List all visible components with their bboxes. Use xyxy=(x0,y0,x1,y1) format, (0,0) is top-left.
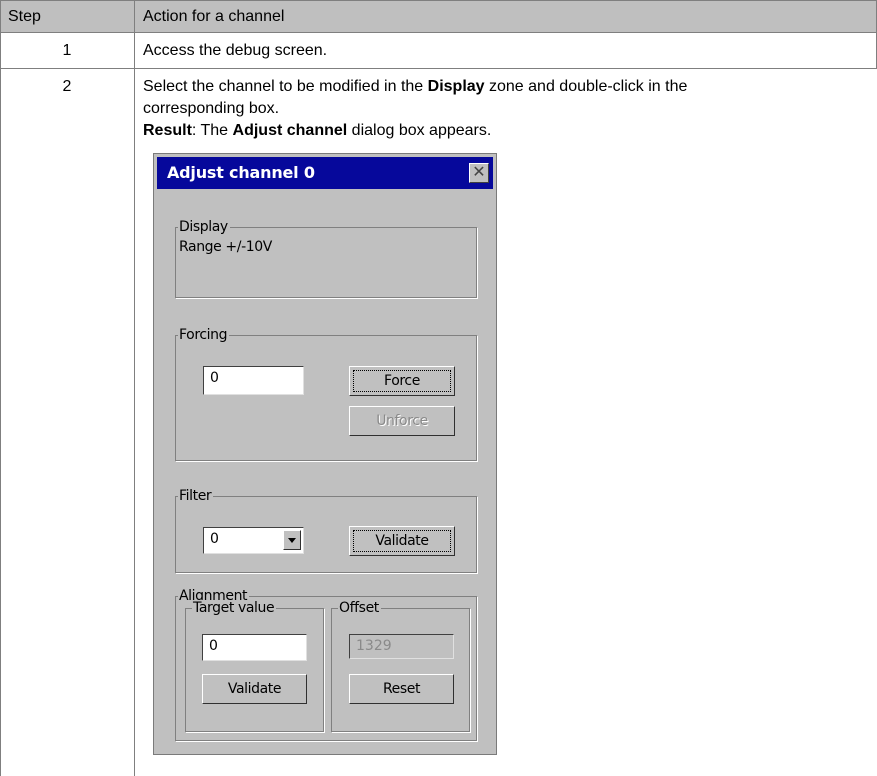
filter-legend: Filter xyxy=(178,488,214,504)
filter-validate-button[interactable]: Validate xyxy=(349,526,455,556)
row-2-action-line1: Select the channel to be modified in the… xyxy=(143,78,688,95)
unforce-button[interactable]: Unforce xyxy=(349,406,455,436)
table-header xyxy=(0,0,877,32)
adjust-channel-dialog: Adjust channel 0 ✕ Display Range +/-10V … xyxy=(153,153,497,755)
alignment-group: Alignment Target value 0 Validate Offset… xyxy=(175,588,477,741)
target-value-input[interactable]: 0 xyxy=(202,634,307,661)
target-value-group: Target value 0 Validate xyxy=(185,600,324,732)
display-range-value: Range +/-10V xyxy=(179,239,272,255)
forcing-legend: Forcing xyxy=(178,327,230,343)
row-2-step: 2 xyxy=(62,78,72,95)
filter-select[interactable]: 0 xyxy=(203,527,304,554)
offset-value-field: 1329 xyxy=(349,634,454,659)
header-step: Step xyxy=(8,8,41,25)
forcing-group: Forcing 0 Force Unforce xyxy=(175,327,477,461)
target-validate-button[interactable]: Validate xyxy=(202,674,307,704)
chevron-down-icon[interactable] xyxy=(283,530,301,550)
display-group: Display Range +/-10V xyxy=(175,219,477,298)
dialog-title: Adjust channel 0 xyxy=(167,163,315,182)
display-legend: Display xyxy=(178,219,230,235)
forcing-value-input[interactable]: 0 xyxy=(203,366,304,395)
row-1-step: 1 xyxy=(62,42,72,59)
filter-group: Filter 0 Validate xyxy=(175,488,477,573)
force-button[interactable]: Force xyxy=(349,366,455,396)
row-2-action-line2: corresponding box. xyxy=(143,100,280,117)
header-action: Action for a channel xyxy=(143,8,285,25)
filter-selected-value: 0 xyxy=(210,531,219,547)
dialog-title-bar[interactable]: Adjust channel 0 ✕ xyxy=(157,157,493,189)
row-1-action: Access the debug screen. xyxy=(143,42,328,59)
target-value-legend: Target value xyxy=(192,600,277,616)
offset-group: Offset 1329 Reset xyxy=(331,600,470,732)
offset-reset-button[interactable]: Reset xyxy=(349,674,454,704)
row-2-result: Result: The Adjust channel dialog box ap… xyxy=(143,122,492,139)
offset-legend: Offset xyxy=(338,600,381,616)
close-icon[interactable]: ✕ xyxy=(469,163,489,183)
